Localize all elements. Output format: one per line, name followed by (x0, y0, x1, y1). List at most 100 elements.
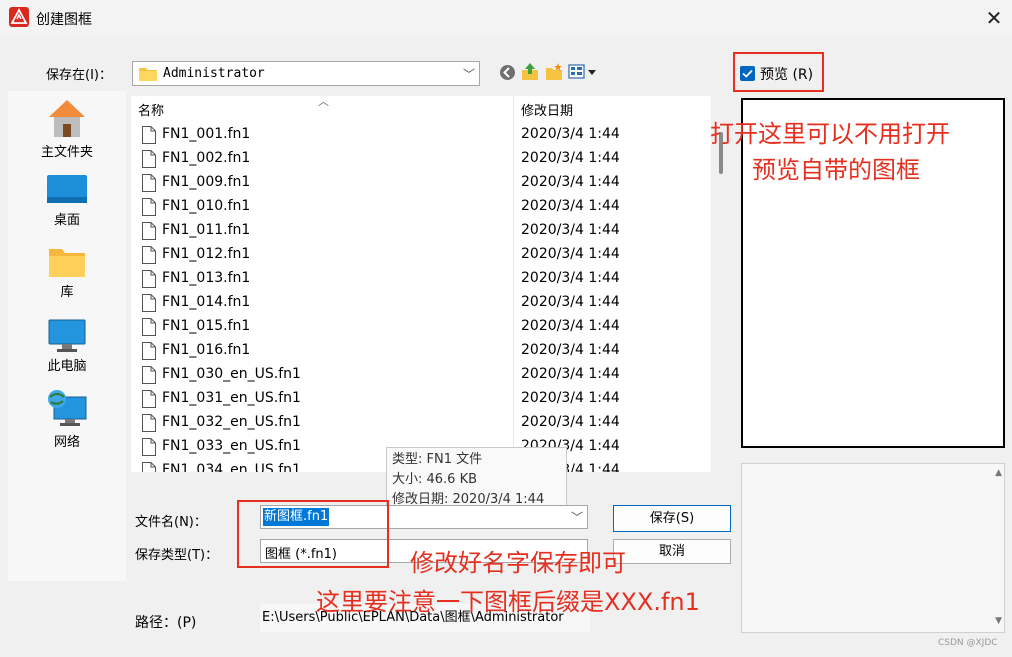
file-date: 2020/3/4 1:44 (521, 414, 620, 430)
window-title: 创建图框 (36, 12, 92, 28)
sort-up-icon: ︿ (318, 96, 329, 108)
eplan-app-icon (9, 7, 29, 27)
annotation-save-line1: 修改好名字保存即可 (410, 549, 626, 577)
file-name: FN1_010.fn1 (162, 198, 251, 214)
network-icon (48, 390, 87, 426)
file-row[interactable]: FN1_016.fn1 2020/3/4 1:44 (131, 339, 711, 363)
file-icon (142, 126, 156, 144)
file-icon (142, 198, 156, 216)
annotation-save-line2: 这里要注意一下图框后缀是XXX.fn1 (316, 588, 700, 616)
file-icon (142, 318, 156, 336)
save-in-value: Administrator (163, 66, 265, 81)
file-row[interactable]: FN1_015.fn1 2020/3/4 1:44 (131, 315, 711, 339)
back-icon[interactable] (499, 64, 516, 81)
annotation-preview-line2: 预览自带的图框 (752, 156, 920, 184)
save-in-label: 保存在(I)： (46, 68, 112, 83)
file-date: 2020/3/4 1:44 (521, 294, 620, 310)
computer-icon (48, 319, 86, 352)
file-name: FN1_032_en_US.fn1 (162, 414, 301, 430)
preview-checkbox[interactable] (740, 66, 755, 81)
place-library[interactable]: 库 (8, 247, 126, 300)
file-row[interactable]: FN1_014.fn1 2020/3/4 1:44 (131, 291, 711, 315)
file-name: FN1_034_en_US.fn1 (162, 462, 301, 472)
tooltip-size: 大小: 46.6 KB (392, 472, 478, 487)
file-name: FN1_001.fn1 (162, 126, 251, 142)
file-icon (142, 438, 156, 456)
file-name: FN1_031_en_US.fn1 (162, 390, 301, 406)
file-list-vertical-scrollbar[interactable] (712, 96, 730, 472)
file-name: FN1_033_en_US.fn1 (162, 438, 301, 454)
tooltip-type: 类型: FN1 文件 (392, 452, 483, 467)
close-button[interactable]: ✕ (982, 6, 1006, 30)
preview-details-pane: ▲ ▼ (741, 463, 1005, 633)
chevron-down-icon: ﹀ (570, 510, 583, 525)
place-label: 此电脑 (47, 359, 87, 374)
file-name: FN1_015.fn1 (162, 318, 251, 334)
file-icon (142, 390, 156, 408)
folder-icon (139, 68, 157, 81)
file-name: FN1_002.fn1 (162, 150, 251, 166)
file-date: 2020/3/4 1:44 (521, 174, 620, 190)
file-icon (142, 366, 156, 384)
place-label: 网络 (53, 435, 80, 450)
desktop-icon (47, 175, 87, 203)
file-row[interactable]: FN1_032_en_US.fn1 2020/3/4 1:44 (131, 411, 711, 435)
check-icon (742, 69, 753, 78)
file-name: FN1_016.fn1 (162, 342, 251, 358)
file-tooltip: 类型: FN1 文件 大小: 46.6 KB 修改日期: 2020/3/4 1:… (386, 447, 567, 509)
view-menu-icon[interactable] (568, 64, 598, 80)
file-icon (142, 294, 156, 312)
new-folder-icon[interactable] (545, 62, 563, 81)
place-label: 桌面 (53, 213, 80, 228)
save-in-dropdown[interactable]: Administrator ﹀ (132, 61, 480, 86)
file-list[interactable]: 名称 ︿ 修改日期 FN1_001.fn1 2020/3/4 1:44 FN1_00… (131, 96, 711, 472)
file-icon (142, 462, 156, 472)
scroll-up-icon[interactable]: ▲ (995, 468, 1002, 478)
file-name: FN1_011.fn1 (162, 222, 251, 238)
file-icon (142, 150, 156, 168)
path-label: 路径：(P) (135, 615, 197, 631)
place-label: 主文件夹 (40, 145, 93, 160)
watermark: CSDN @XJDC (938, 638, 998, 648)
file-icon (142, 246, 156, 264)
file-row[interactable]: FN1_010.fn1 2020/3/4 1:44 (131, 195, 711, 219)
place-this-pc[interactable]: 此电脑 (8, 319, 126, 374)
place-network[interactable]: 网络 (8, 389, 126, 450)
file-date: 2020/3/4 1:44 (521, 222, 620, 238)
folder-icon (49, 249, 85, 277)
column-name-header[interactable]: 名称 (138, 100, 164, 119)
file-date: 2020/3/4 1:44 (521, 318, 620, 334)
place-desktop[interactable]: 桌面 (8, 173, 126, 228)
file-row[interactable]: FN1_002.fn1 2020/3/4 1:44 (131, 147, 711, 171)
file-date: 2020/3/4 1:44 (521, 270, 620, 286)
places-bar: 主文件夹 桌面 库 此电脑 网络 (8, 91, 126, 581)
file-row[interactable]: FN1_009.fn1 2020/3/4 1:44 (131, 171, 711, 195)
save-button[interactable]: 保存(S) (613, 505, 731, 532)
file-name: FN1_009.fn1 (162, 174, 251, 190)
up-folder-icon[interactable] (521, 62, 539, 81)
file-name-label: 文件名(N)： (135, 515, 207, 530)
file-type-label: 保存类型(T)： (135, 548, 219, 563)
file-date: 2020/3/4 1:44 (521, 150, 620, 166)
file-row[interactable]: FN1_013.fn1 2020/3/4 1:44 (131, 267, 711, 291)
annotation-preview-line1: 打开这里可以不用打开 (710, 120, 950, 148)
file-date: 2020/3/4 1:44 (521, 246, 620, 262)
file-icon (142, 222, 156, 240)
file-row[interactable]: FN1_030_en_US.fn1 2020/3/4 1:44 (131, 363, 711, 387)
file-name: FN1_012.fn1 (162, 246, 251, 262)
chevron-down-icon: ﹀ (462, 67, 475, 81)
file-name: FN1_014.fn1 (162, 294, 251, 310)
file-row[interactable]: FN1_012.fn1 2020/3/4 1:44 (131, 243, 711, 267)
file-row[interactable]: FN1_011.fn1 2020/3/4 1:44 (131, 219, 711, 243)
preview-label: 预览 (760, 67, 788, 83)
column-date-header[interactable]: 修改日期 (521, 100, 573, 119)
cancel-button[interactable]: 取消 (613, 539, 731, 564)
file-date: 2020/3/4 1:44 (521, 198, 620, 214)
file-date: 2020/3/4 1:44 (521, 366, 620, 382)
file-name: FN1_013.fn1 (162, 270, 251, 286)
file-row[interactable]: FN1_001.fn1 2020/3/4 1:44 (131, 123, 711, 147)
file-row[interactable]: FN1_031_en_US.fn1 2020/3/4 1:44 (131, 387, 711, 411)
file-date: 2020/3/4 1:44 (521, 390, 620, 406)
scroll-down-icon[interactable]: ▼ (995, 616, 1002, 626)
place-home[interactable]: 主文件夹 (8, 97, 126, 160)
